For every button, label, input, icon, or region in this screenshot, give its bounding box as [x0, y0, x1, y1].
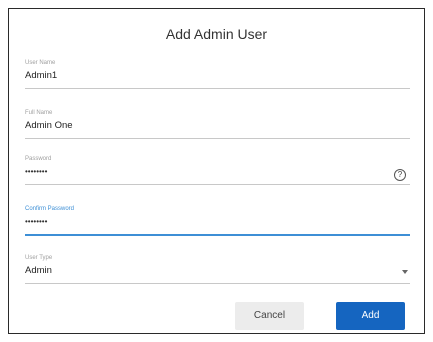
username-underline: [25, 88, 410, 89]
user-type-underline: [25, 283, 410, 284]
fullname-label: Full Name: [25, 110, 53, 116]
confirm-password-field[interactable]: Confirm Password ••••••••: [25, 205, 410, 236]
fullname-underline: [25, 138, 410, 139]
password-input[interactable]: ••••••••: [25, 166, 410, 178]
user-type-value[interactable]: Admin: [25, 265, 410, 277]
password-field[interactable]: Password •••••••• ?: [25, 155, 410, 185]
add-admin-user-dialog: Add Admin User User Name Admin1 Full Nam…: [8, 8, 425, 334]
confirm-password-underline: [25, 234, 410, 236]
confirm-password-label: Confirm Password: [25, 206, 75, 212]
password-underline: [25, 184, 410, 185]
add-button[interactable]: Add: [336, 302, 405, 330]
chevron-down-icon[interactable]: [402, 270, 408, 274]
dialog-title: Add Admin User: [165, 26, 268, 42]
cancel-button[interactable]: Cancel: [235, 302, 304, 330]
user-type-select[interactable]: User Type Admin: [25, 254, 410, 284]
username-label: User Name: [25, 60, 56, 66]
confirm-password-input[interactable]: ••••••••: [25, 216, 410, 228]
username-field[interactable]: User Name Admin1: [25, 59, 410, 89]
help-icon[interactable]: ?: [394, 169, 406, 181]
user-type-label: User Type: [25, 255, 53, 261]
username-input[interactable]: Admin1: [25, 70, 410, 82]
fullname-field[interactable]: Full Name Admin One: [25, 109, 410, 139]
password-label: Password: [25, 156, 52, 162]
fullname-input[interactable]: Admin One: [25, 120, 410, 132]
